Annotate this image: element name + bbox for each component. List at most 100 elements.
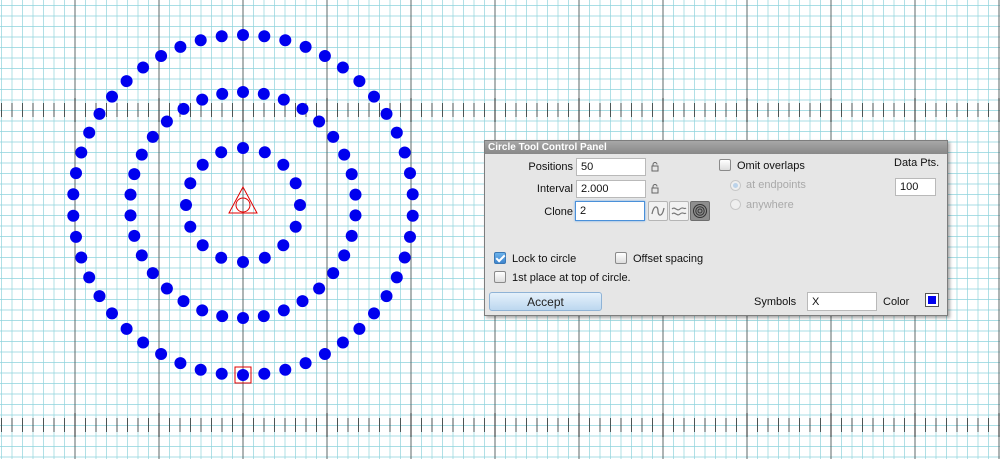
lock-icon[interactable]: [651, 162, 659, 172]
dot: [327, 130, 340, 143]
at-endpoints-label: at endpoints: [746, 179, 806, 191]
first-place-top-checkbox[interactable]: [494, 271, 506, 283]
dot: [237, 256, 249, 268]
dot: [345, 168, 358, 181]
lock-icon[interactable]: [651, 184, 659, 194]
dot: [406, 188, 419, 201]
dot: [279, 363, 292, 376]
dot: [146, 130, 159, 143]
dot: [299, 40, 312, 53]
positions-label: Positions: [528, 161, 573, 173]
wave-button[interactable]: [648, 201, 668, 221]
lock-to-circle-checkbox[interactable]: [494, 252, 506, 264]
dot: [313, 282, 326, 295]
clone-input[interactable]: [575, 201, 645, 221]
dot: [160, 282, 173, 295]
data-pts-input[interactable]: [895, 178, 936, 196]
dot: [398, 251, 411, 264]
dot: [177, 102, 190, 115]
color-label: Color: [883, 296, 910, 308]
dot: [294, 199, 306, 211]
dot: [349, 188, 362, 201]
panel-title[interactable]: Circle Tool Control Panel: [485, 141, 947, 154]
dot: [216, 87, 229, 100]
dot: [215, 251, 228, 264]
dot: [184, 177, 197, 190]
dot: [70, 167, 82, 180]
dot: [75, 146, 88, 159]
double-wave-button[interactable]: [669, 201, 689, 221]
dot: [70, 230, 82, 243]
concentric-circles-icon: [693, 204, 707, 218]
dot: [106, 90, 118, 103]
dot: [215, 146, 228, 159]
clone-label: Clone: [544, 206, 573, 218]
anywhere-radio[interactable]: [730, 199, 741, 210]
dot: [194, 34, 207, 47]
dot: [336, 336, 349, 349]
dot: [215, 367, 228, 380]
concentric-circles-button[interactable]: [690, 201, 710, 221]
dot: [277, 304, 290, 317]
dot: [390, 126, 403, 139]
dot: [135, 148, 148, 161]
symbols-input[interactable]: [807, 292, 877, 311]
dot: [184, 220, 197, 233]
dot: [180, 199, 192, 211]
color-swatch[interactable]: [925, 293, 939, 307]
dot: [279, 34, 292, 47]
dot: [93, 290, 106, 303]
anywhere-label: anywhere: [746, 199, 794, 211]
circle-tool-control-panel: Circle Tool Control Panel Positions Inte…: [484, 140, 948, 316]
dot: [124, 188, 137, 201]
dot: [404, 230, 416, 243]
dot: [196, 239, 209, 252]
dot: [258, 30, 271, 43]
dot: [258, 146, 271, 159]
offset-spacing-label: Offset spacing: [633, 253, 704, 265]
omit-overlaps-checkbox[interactable]: [719, 159, 731, 171]
dot: [83, 271, 96, 284]
positions-input[interactable]: [576, 158, 646, 176]
data-pts-label: Data Pts.: [894, 157, 940, 169]
dot: [174, 40, 187, 53]
dot: [353, 75, 366, 88]
dot: [128, 229, 141, 242]
dot: [257, 87, 270, 100]
dot: [106, 307, 118, 320]
dot: [216, 310, 229, 323]
dot: [296, 102, 309, 115]
dot: [146, 267, 159, 280]
dot: [177, 295, 190, 308]
dot: [318, 348, 331, 360]
dot: [398, 146, 411, 159]
interval-input[interactable]: [576, 180, 646, 198]
dot: [237, 369, 249, 381]
dot: [368, 307, 380, 320]
at-endpoints-radio[interactable]: [730, 180, 741, 191]
dot: [237, 29, 249, 41]
dot: [345, 229, 358, 242]
dot: [277, 239, 290, 252]
dot: [215, 30, 228, 43]
dot: [67, 188, 80, 201]
dot: [155, 348, 168, 360]
accept-button[interactable]: Accept: [489, 292, 602, 311]
interval-label: Interval: [536, 183, 573, 195]
dot: [368, 90, 380, 103]
dot: [349, 209, 362, 222]
offset-spacing-checkbox[interactable]: [615, 252, 627, 264]
dot: [353, 322, 366, 335]
dot: [258, 367, 271, 380]
dot: [338, 148, 351, 161]
dot: [313, 115, 326, 128]
dot: [196, 93, 209, 106]
dot: [160, 115, 173, 128]
dot: [194, 363, 207, 376]
omit-overlaps-label: Omit overlaps: [737, 160, 805, 172]
first-place-top-label: 1st place at top of circle.: [512, 272, 631, 284]
dot: [289, 177, 302, 190]
dot: [75, 251, 88, 264]
dot: [137, 336, 150, 349]
dot: [390, 271, 403, 284]
